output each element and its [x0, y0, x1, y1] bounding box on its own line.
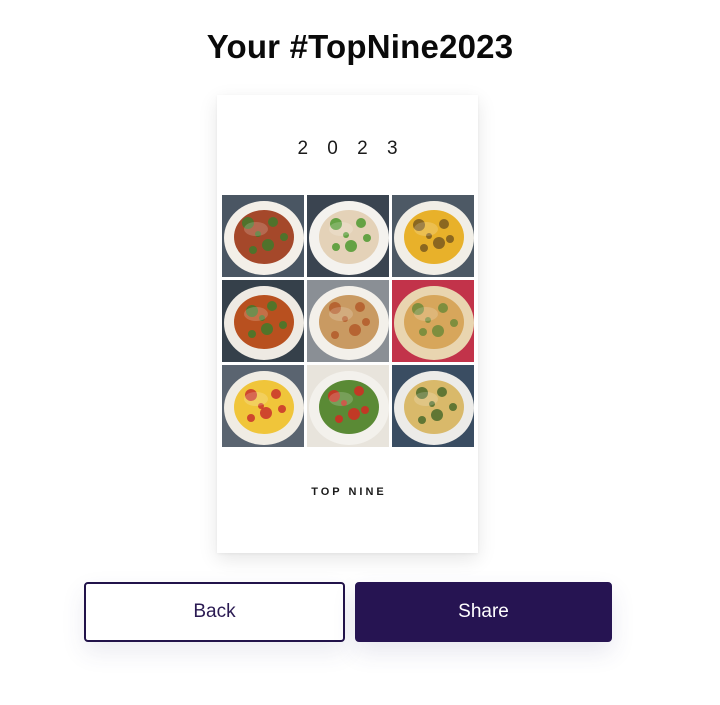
photo-tile — [307, 365, 389, 447]
photo-6-image — [392, 280, 474, 362]
photo-tile — [307, 195, 389, 277]
photo-9-image — [392, 365, 474, 447]
back-button[interactable]: Back — [84, 582, 345, 642]
photo-2-image — [307, 195, 389, 277]
photo-tile — [307, 280, 389, 362]
photo-tile — [392, 195, 474, 277]
photo-grid — [222, 195, 474, 447]
photo-1-image — [222, 195, 304, 277]
page-title: Your #TopNine2023 — [206, 28, 514, 65]
top-nine-page: Your #TopNine2023 2 0 2 3 TOP NINE Back … — [0, 0, 720, 705]
photo-7-image — [222, 365, 304, 447]
photo-tile — [222, 195, 304, 277]
share-button[interactable]: Share — [355, 582, 612, 642]
card-year: 2 0 2 3 — [297, 138, 405, 159]
card-footer-label: TOP NINE — [311, 486, 387, 498]
photo-5-image — [307, 280, 389, 362]
photo-3-image — [392, 195, 474, 277]
photo-tile — [392, 280, 474, 362]
photo-tile — [222, 280, 304, 362]
photo-4-image — [222, 280, 304, 362]
photo-8-image — [307, 365, 389, 447]
photo-tile — [392, 365, 474, 447]
photo-tile — [222, 365, 304, 447]
